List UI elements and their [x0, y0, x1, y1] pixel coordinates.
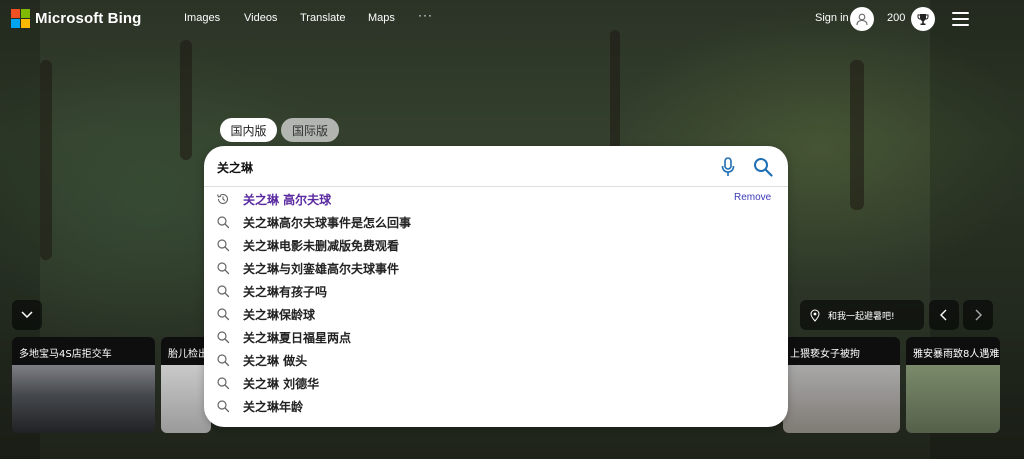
search-icon: [217, 285, 230, 298]
news-card-title: 雅安暴雨致8人遇难: [906, 337, 1000, 365]
news-card[interactable]: 雅安暴雨致8人遇难: [906, 337, 1000, 433]
search-icon: [217, 239, 230, 252]
menu-bar: [952, 12, 969, 14]
more-menu-icon[interactable]: ···: [418, 8, 433, 22]
scope-international-tab[interactable]: 国际版: [281, 118, 339, 142]
suggestion-text: 关之琳高尔夫球事件是怎么回事: [243, 216, 412, 230]
suggestion-item[interactable]: 关之琳年龄: [204, 394, 788, 417]
suggestion-text: 关之琳有孩子吗: [243, 285, 328, 299]
nav-videos[interactable]: Videos: [244, 12, 277, 24]
search-button[interactable]: [752, 156, 774, 178]
news-card-image: [12, 365, 155, 433]
news-card[interactable]: 上猥亵女子被拘: [783, 337, 900, 433]
voice-search-button[interactable]: [719, 156, 737, 178]
suggestion-item[interactable]: 关之琳高尔夫球事件是怎么回事: [204, 210, 788, 233]
search-box: 关之琳 高尔夫球 Remove 关之琳高尔夫球事件是怎么回事关之琳电影未删减版免费观…: [204, 146, 788, 427]
next-button[interactable]: [963, 300, 993, 330]
suggestion-item[interactable]: 关之琳保龄球: [204, 302, 788, 325]
suggestion-text: 关之琳 做头: [243, 354, 308, 368]
microsoft-logo-icon: [11, 9, 30, 28]
news-card-image: [906, 365, 1000, 433]
history-icon: [216, 193, 229, 204]
search-icon: [217, 262, 230, 275]
search-icon: [217, 400, 230, 413]
suggestion-item[interactable]: 关之琳有孩子吗: [204, 279, 788, 302]
suggestion-text: 关之琳电影未删减版免费观看: [243, 239, 400, 253]
background-branch: [850, 60, 864, 210]
microphone-icon: [721, 157, 735, 176]
nav-translate[interactable]: Translate: [300, 12, 345, 24]
brand-name: Microsoft Bing: [35, 10, 142, 27]
scope-domestic-tab[interactable]: 国内版: [220, 118, 277, 142]
menu-bar: [952, 18, 969, 20]
location-pin-icon: [810, 309, 820, 322]
rewards-points[interactable]: 200: [887, 12, 905, 24]
search-icon: [217, 331, 230, 344]
suggestion-item[interactable]: 关之琳 做头: [204, 348, 788, 371]
chevron-right-icon: [975, 309, 982, 321]
nav-images[interactable]: Images: [184, 12, 220, 24]
suggestion-item[interactable]: 关之琳 刘德华: [204, 371, 788, 394]
suggestion-item[interactable]: 关之琳与刘銮雄高尔夫球事件: [204, 256, 788, 279]
suggestion-text: 关之琳 刘德华: [243, 377, 320, 391]
search-input-row: [204, 146, 788, 187]
news-card-title: 上猥亵女子被拘: [783, 337, 900, 365]
remove-history-link[interactable]: Remove: [734, 192, 771, 203]
chevron-left-icon: [940, 309, 947, 321]
bing-logo[interactable]: Microsoft Bing: [11, 9, 141, 28]
logo-square-green: [21, 9, 30, 18]
news-card-title: 多地宝马4S店拒交车: [12, 337, 155, 365]
suggestion-text: 关之琳保龄球: [243, 308, 316, 322]
location-text: 和我一起避暑吧!: [828, 311, 895, 322]
suggestion-text: 关之琳年龄: [243, 400, 304, 414]
search-icon: [217, 354, 230, 367]
suggestion-item[interactable]: 关之琳 高尔夫球 Remove: [204, 187, 788, 210]
background-branch: [40, 60, 52, 260]
suggestion-text: 关之琳夏日福星两点: [243, 331, 352, 345]
news-card[interactable]: 多地宝马4S店拒交车: [12, 337, 155, 433]
search-icon: [217, 216, 230, 229]
previous-button[interactable]: [929, 300, 959, 330]
search-icon: [217, 377, 230, 390]
top-header: Microsoft Bing Images Videos Translate M…: [0, 0, 1024, 38]
avatar[interactable]: [850, 7, 874, 31]
chevron-down-icon: [21, 311, 33, 319]
search-icon: [754, 158, 773, 177]
trophy-icon: [917, 14, 929, 25]
suggestion-text: 关之琳 高尔夫球: [243, 193, 332, 207]
background-branch: [610, 30, 620, 160]
scroll-down-button[interactable]: [12, 300, 42, 330]
search-icon: [217, 308, 230, 321]
suggestion-item[interactable]: 关之琳电影未删减版免费观看: [204, 233, 788, 256]
suggestion-text: 关之琳与刘銮雄高尔夫球事件: [243, 262, 400, 276]
user-icon: [856, 13, 868, 26]
news-card-image: [783, 365, 900, 433]
hamburger-menu-icon[interactable]: [952, 12, 969, 26]
suggestion-item[interactable]: 关之琳夏日福星两点: [204, 325, 788, 348]
background-branch: [180, 40, 192, 160]
sign-in-link[interactable]: Sign in: [815, 12, 849, 24]
logo-square-yellow: [21, 19, 30, 28]
search-input[interactable]: [217, 156, 697, 178]
location-info[interactable]: 和我一起避暑吧!: [800, 300, 924, 330]
logo-square-blue: [11, 19, 20, 28]
rewards-button[interactable]: [911, 7, 935, 31]
menu-bar: [952, 24, 969, 26]
logo-square-red: [11, 9, 20, 18]
nav-maps[interactable]: Maps: [368, 12, 395, 24]
